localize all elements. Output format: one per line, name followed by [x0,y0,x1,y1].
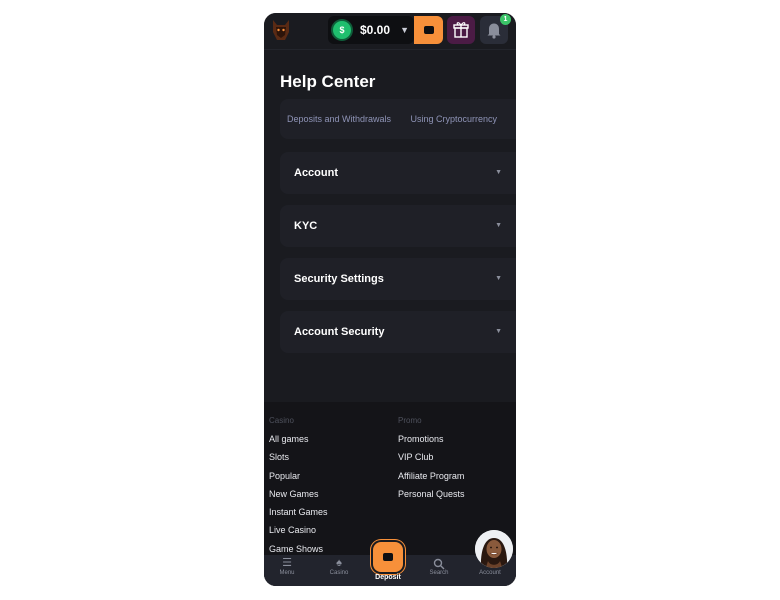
wallet-icon [383,553,393,561]
notification-badge: 1 [500,14,511,25]
category-tab-crypto[interactable]: Using Cryptocurrency [411,99,498,139]
nav-label: Account [479,570,501,576]
spade-icon: ♠ [336,557,342,569]
gift-button[interactable] [447,16,475,44]
nav-casino[interactable]: ♠ Casino [317,555,361,578]
chevron-down-icon: ▼ [495,275,502,282]
chevron-down-icon: ▼ [495,328,502,335]
nav-label: Search [429,570,449,576]
nav-menu[interactable]: ☰ Menu [265,555,309,578]
nav-label: Casino [329,570,349,576]
page-title: Help Center [280,72,376,91]
nav-label: Menu [279,570,295,576]
accordion-label: KYC [294,220,318,232]
chevron-down-icon: ▼ [495,222,502,229]
accordion-label: Account Security [294,326,385,338]
footer-promo-column: Promo Promotions VIP Club Affiliate Prog… [398,416,465,507]
footer-casino-column: Casino All games Slots Popular New Games… [269,416,328,562]
footer-heading: Casino [269,416,294,425]
footer-link[interactable]: Popular [269,471,328,489]
accordion-account[interactable]: Account ▼ [280,152,516,194]
top-bar: $ $0.00 ▼ 1 [264,13,516,50]
accordion-kyc[interactable]: KYC ▼ [280,205,516,247]
chevron-down-icon: ▼ [495,169,502,176]
brand-logo-icon[interactable] [270,18,292,42]
footer-heading: Promo [398,416,422,425]
menu-icon: ☰ [282,557,292,569]
nav-deposit-button[interactable] [373,542,403,572]
chevron-down-icon: ▼ [400,25,409,35]
balance-selector[interactable]: $ $0.00 ▼ [328,16,414,44]
footer-link[interactable]: All games [269,434,328,452]
accordion-account-security[interactable]: Account Security ▼ [280,311,516,353]
accordion-label: Account [294,167,338,179]
search-icon [417,555,461,570]
footer-link[interactable]: Instant Games [269,507,328,525]
footer-link[interactable]: Promotions [398,434,465,452]
footer-link[interactable]: Slots [269,452,328,470]
nav-search[interactable]: Search [417,555,461,578]
footer-link[interactable]: VIP Club [398,452,465,470]
footer-link[interactable]: New Games [269,489,328,507]
footer-link[interactable]: Live Casino [269,525,328,543]
accordion-security-settings[interactable]: Security Settings ▼ [280,258,516,300]
footer-link[interactable]: Personal Quests [398,489,465,507]
nav-deposit-label: Deposit [375,574,401,581]
app-window: $ $0.00 ▼ 1 Help Center Deposits and Wit… [264,13,516,586]
accordion-label: Security Settings [294,273,384,285]
header-deposit-button[interactable] [414,16,443,44]
wallet-icon [424,26,434,34]
support-avatar[interactable] [475,530,513,568]
gift-icon [453,22,469,38]
footer-link[interactable]: Affiliate Program [398,471,465,489]
category-tabs: Deposits and Withdrawals Using Cryptocur… [280,99,516,139]
balance-amount: $0.00 [360,23,391,37]
dollar-coin-icon: $ [333,21,351,39]
category-tab-deposits[interactable]: Deposits and Withdrawals [287,99,391,139]
